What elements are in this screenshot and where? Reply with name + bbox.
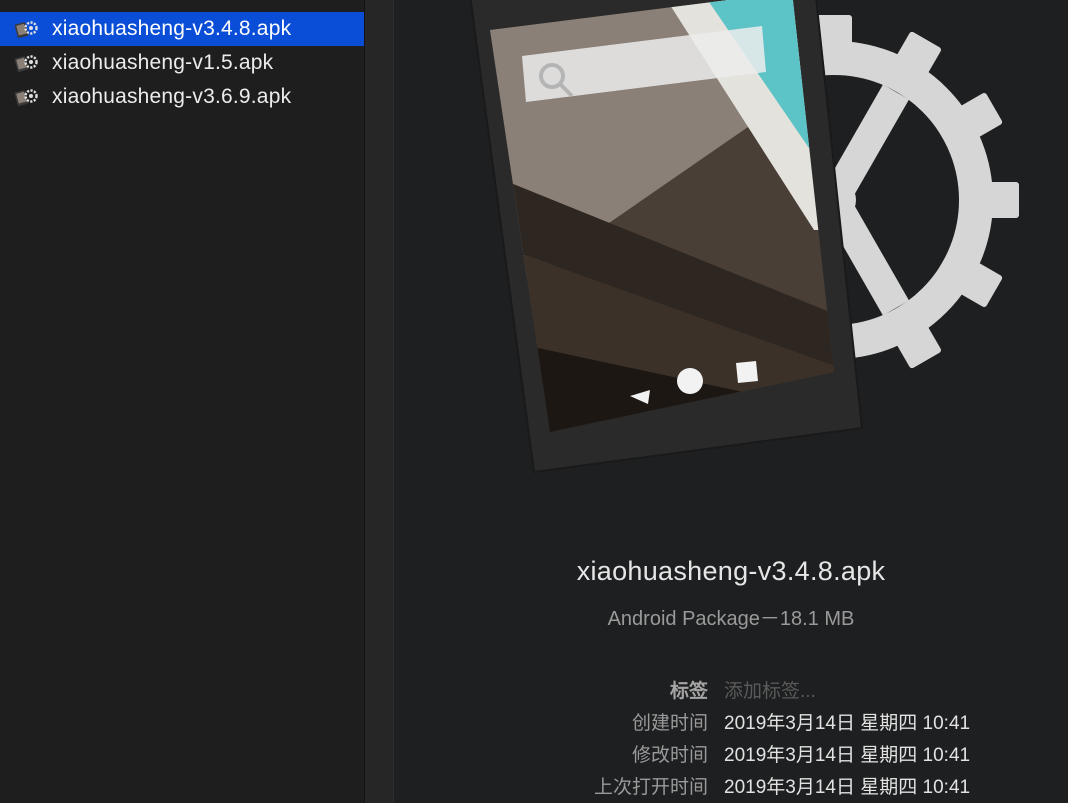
tags-label: 标签 <box>669 681 708 702</box>
metadata-table: 标签 添加标签... 创建时间 2019年3月14日 星期四 10:41 修改时… <box>394 672 1068 800</box>
finder-window: xiaohuasheng-v3.4.8.apk xiaohuasheng-v1.… <box>0 0 1068 803</box>
last-opened-row: 上次打开时间 2019年3月14日 星期四 10:41 <box>394 768 1068 800</box>
android-package-preview-icon <box>469 0 1019 474</box>
apk-file-icon <box>14 89 38 106</box>
apk-file-icon <box>14 21 38 38</box>
tags-row: 标签 添加标签... <box>394 672 1068 704</box>
created-row: 创建时间 2019年3月14日 星期四 10:41 <box>394 704 1068 736</box>
modified-label: 修改时间 <box>631 745 708 766</box>
modified-row: 修改时间 2019年3月14日 星期四 10:41 <box>394 736 1068 768</box>
file-row-xiaohuasheng-v1-5[interactable]: xiaohuasheng-v1.5.apk <box>0 46 364 80</box>
column-resize-handle[interactable] <box>364 0 394 803</box>
file-name: xiaohuasheng-v3.4.8.apk <box>52 17 292 40</box>
created-label: 创建时间 <box>631 713 708 734</box>
preview-pane: xiaohuasheng-v3.4.8.apk Android Package－… <box>394 0 1068 803</box>
phone-illustration <box>469 0 864 474</box>
file-name: xiaohuasheng-v1.5.apk <box>52 51 274 74</box>
last-opened-value: 2019年3月14日 星期四 10:41 <box>724 777 971 798</box>
apk-file-icon <box>14 55 38 72</box>
recents-button-icon <box>736 361 758 383</box>
file-row-xiaohuasheng-v3-6-9[interactable]: xiaohuasheng-v3.6.9.apk <box>0 80 364 114</box>
file-list-column[interactable]: xiaohuasheng-v3.4.8.apk xiaohuasheng-v1.… <box>0 0 364 803</box>
last-opened-label: 上次打开时间 <box>593 777 708 798</box>
preview-file-kind-size: Android Package－18.1 MB <box>607 608 855 630</box>
file-row-xiaohuasheng-v3-4-8[interactable]: xiaohuasheng-v3.4.8.apk <box>0 12 364 46</box>
home-button-icon <box>677 368 703 394</box>
tags-input[interactable]: 添加标签... <box>724 676 816 703</box>
file-name: xiaohuasheng-v3.6.9.apk <box>52 85 292 108</box>
preview-file-name: xiaohuasheng-v3.4.8.apk <box>576 556 886 586</box>
created-value: 2019年3月14日 星期四 10:41 <box>724 713 971 734</box>
modified-value: 2019年3月14日 星期四 10:41 <box>724 745 971 766</box>
